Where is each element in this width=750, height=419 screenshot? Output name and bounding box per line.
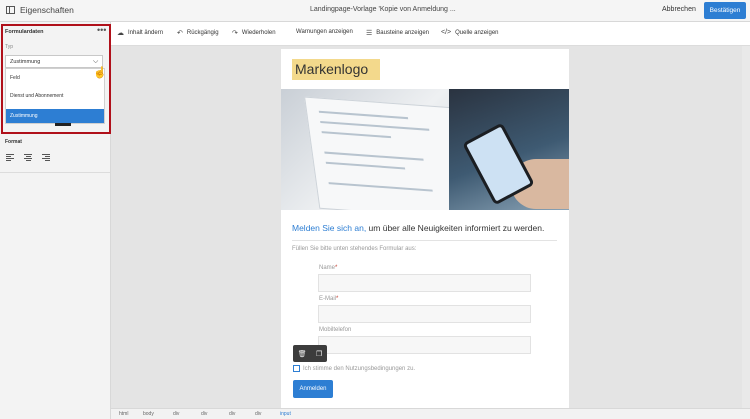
breadcrumb-item[interactable]: div [173,411,179,417]
breadcrumb-item[interactable]: html [119,411,128,417]
redo-button[interactable]: ↷ Wiederholen [232,29,276,37]
breadcrumb-item[interactable]: body [143,411,154,417]
cloud-upload-icon: ☁ [117,30,124,37]
document-title: Landingpage-Vorlage 'Kopie von Anmeldung… [310,6,456,13]
chevron-down-icon: ⌵ [93,58,99,65]
headline-text: um über alle Neuigkeiten informiert zu w… [366,223,545,233]
breadcrumb: html body div div div div input [111,408,750,419]
type-label: Typ [5,44,14,50]
align-center-icon[interactable] [24,154,32,161]
field-label-email: E-Mail* [319,296,339,302]
top-bar: Eigenschaften Landingpage-Vorlage 'Kopie… [0,0,750,22]
toolbar-label: Quelle anzeigen [455,29,499,36]
panel-icon [6,6,15,14]
dropdown-option-feld[interactable]: Feld [6,71,104,85]
block-toolbar: 🗑 ❐ [293,345,327,362]
mobile-input[interactable] [318,336,531,354]
breadcrumb-item[interactable]: div [201,411,207,417]
toolbar-label: Warnungen anzeigen [296,29,353,35]
panel-divider [0,172,110,173]
email-input[interactable] [318,305,531,323]
undo-button[interactable]: ↶ Rückgängig [177,29,219,37]
hidden-field-strip [55,123,71,126]
name-input[interactable] [318,274,531,292]
consent-text: Ich stimme den Nutzungsbedingungen zu. [303,365,416,372]
panel-title: Eigenschaften [20,5,74,15]
format-label: Format [5,139,22,145]
hero-image[interactable] [281,89,569,210]
type-dropdown: Feld Dienst und Abonnement Zustimmung [5,68,105,124]
cancel-button[interactable]: Abbrechen [662,6,696,13]
properties-toggle[interactable]: Eigenschaften [6,5,74,15]
confirm-button[interactable]: Bestätigen [704,2,746,19]
undo-icon: ↶ [177,30,183,37]
align-left-icon[interactable] [6,154,14,161]
delete-icon[interactable]: 🗑 [298,350,307,358]
show-warnings-button[interactable]: Warnungen anzeigen [296,29,353,35]
redo-icon: ↷ [232,30,238,37]
toolbar-label: Bausteine anzeigen [376,30,429,36]
canvas-scrollbar[interactable] [742,46,750,408]
toolbar-label: Rückgängig [186,30,219,36]
type-select-value: Zustimmung [10,59,41,65]
editor-toolbar: ☁ Inhalt ändern ↶ Rückgängig ↷ Wiederhol… [111,22,750,46]
section-title: Formulardaten [5,29,44,35]
toolbar-label: Wiederholen [241,30,276,36]
dropdown-option-zustimmung[interactable]: Zustimmung [6,109,104,123]
properties-panel: Formulardaten ••• Typ Zustimmung ⌵ Feld … [0,22,111,419]
signup-link[interactable]: Melden Sie sich an, [292,223,366,233]
change-content-button[interactable]: ☁ Inhalt ändern [117,29,163,37]
show-blocks-button[interactable]: ☰ Bausteine anzeigen [366,29,429,37]
breadcrumb-item-active[interactable]: input [280,411,291,417]
dropdown-option-dienst[interactable]: Dienst und Abonnement [6,89,104,103]
divider [292,240,557,241]
brand-logo[interactable]: Markenlogo [292,59,380,80]
blocks-icon: ☰ [366,30,373,37]
headline[interactable]: Melden Sie sich an, um über alle Neuigke… [292,223,544,233]
consent-row[interactable]: Ich stimme den Nutzungsbedingungen zu. [293,365,415,372]
field-label-name: Name* [319,265,338,271]
show-source-button[interactable]: </> Quelle anzeigen [441,29,499,36]
submit-button[interactable]: Anmelden [293,380,333,398]
field-label-mobile: Mobiltelefon [319,327,352,333]
form-intro: Füllen Sie bitte unten stehendes Formula… [292,246,417,252]
breadcrumb-item[interactable]: div [255,411,261,417]
email-preview: Markenlogo Melden Sie sich an, um über a… [281,49,569,408]
breadcrumb-item[interactable]: div [229,411,235,417]
align-right-icon[interactable] [42,154,50,161]
hero-screen-illustration [304,96,468,210]
consent-checkbox[interactable] [293,365,300,372]
code-icon: </> [441,29,452,36]
hand-cursor-icon: ☝ [93,67,107,79]
more-horizontal-icon[interactable]: ••• [97,25,106,35]
type-select[interactable]: Zustimmung ⌵ [5,55,103,68]
align-controls [6,154,50,161]
toolbar-label: Inhalt ändern [128,30,164,36]
duplicate-icon[interactable]: ❐ [316,350,322,358]
editor-canvas: Markenlogo Melden Sie sich an, um über a… [111,46,750,408]
